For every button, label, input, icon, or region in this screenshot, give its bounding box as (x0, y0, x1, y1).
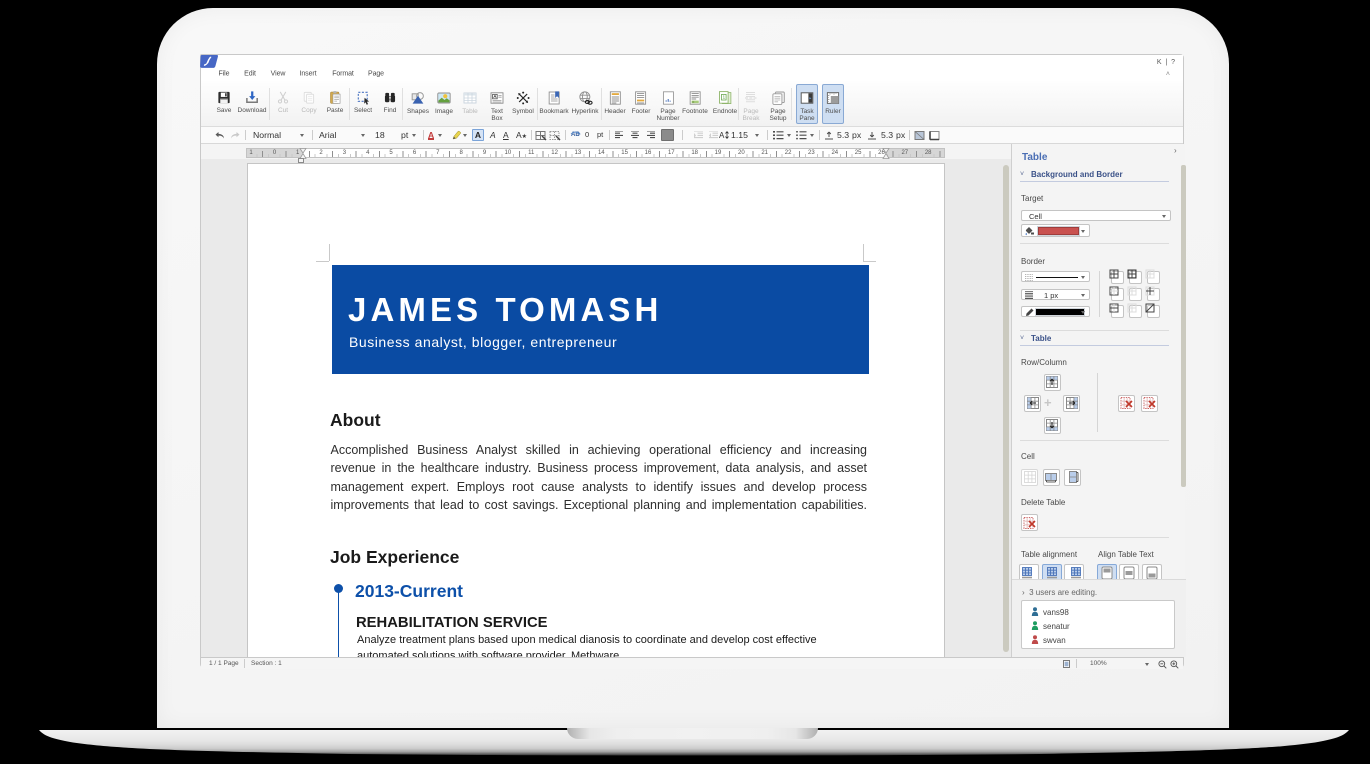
svg-text:A: A (719, 131, 725, 140)
svg-text:1: 1 (723, 95, 726, 101)
